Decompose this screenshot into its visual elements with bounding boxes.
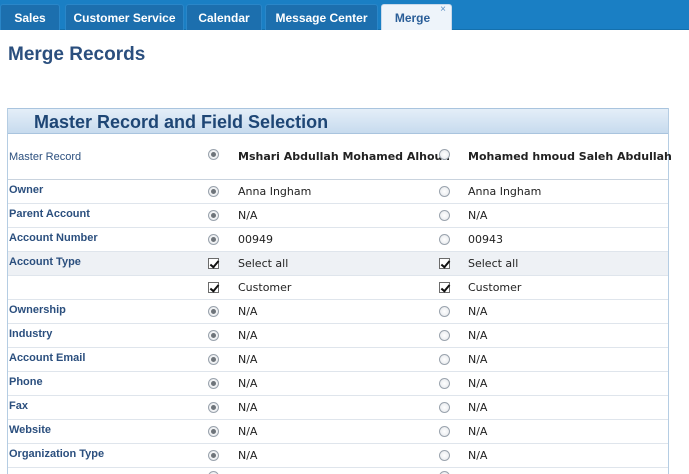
select-all-checkbox-record-2[interactable] xyxy=(439,258,450,269)
field-value-record-1: Select all xyxy=(238,257,289,270)
field-radio-record-1[interactable] xyxy=(208,426,219,437)
field-value-record-1: N/A xyxy=(238,209,258,222)
field-label: Account Number xyxy=(9,232,98,244)
tab-calendar[interactable]: Calendar xyxy=(186,4,262,30)
field-value-record-1: N/A xyxy=(238,353,258,366)
field-value-record-2: Customer xyxy=(468,281,522,294)
field-row-fax: Fax N/A N/A xyxy=(8,396,668,420)
tab-merge[interactable]: Merge × xyxy=(381,4,452,30)
field-value-record-1: N/A xyxy=(238,305,258,318)
field-radio-record-2[interactable] xyxy=(439,210,450,221)
panel-title: Master Record and Field Selection xyxy=(34,112,329,132)
field-value-record-1: N/A xyxy=(238,329,258,342)
field-label: Website xyxy=(9,424,51,436)
field-radio-record-1[interactable] xyxy=(208,354,219,365)
field-radio-record-1[interactable] xyxy=(208,306,219,317)
field-row-organization-type: Organization Type N/A N/A xyxy=(8,444,668,468)
field-value-record-1: Anna Ingham xyxy=(238,185,312,198)
field-label: Phone xyxy=(9,376,43,388)
panel-header: Master Record and Field Selection xyxy=(8,108,668,134)
field-label: Account Type xyxy=(9,256,81,268)
field-value-record-2: N/A xyxy=(468,377,488,390)
field-label: Fax xyxy=(9,400,28,412)
select-all-checkbox-record-1[interactable] xyxy=(208,258,219,269)
tab-bar: Sales Customer Service Calendar Message … xyxy=(0,0,689,30)
tab-label: Merge xyxy=(394,11,431,25)
tab-customer-service[interactable]: Customer Service xyxy=(65,4,184,30)
field-radio-record-1[interactable] xyxy=(208,330,219,341)
field-row-owner: Owner Anna Ingham Anna Ingham xyxy=(8,180,668,204)
page-title: Merge Records xyxy=(8,44,146,65)
field-row-phone: Phone N/A N/A xyxy=(8,372,668,396)
merge-panel: Master Record and Field Selection Master… xyxy=(7,108,672,474)
field-radio-record-2[interactable] xyxy=(439,402,450,413)
field-radio-record-2[interactable] xyxy=(439,450,450,461)
field-value-record-1: N/A xyxy=(238,377,258,390)
field-label: Owner xyxy=(9,184,44,196)
field-radio-record-2[interactable] xyxy=(439,234,450,245)
tab-message-center[interactable]: Message Center xyxy=(265,4,378,30)
field-radio-record-1[interactable] xyxy=(208,378,219,389)
field-value-record-2: 00943 xyxy=(468,233,503,246)
field-row-account-email: Account Email N/A N/A xyxy=(8,348,668,372)
option-checkbox-record-1[interactable] xyxy=(208,282,219,293)
field-row-account-type: Account Type Select all Select all xyxy=(8,252,668,276)
field-value-record-1: N/A xyxy=(238,449,258,462)
field-value-record-2: N/A xyxy=(468,353,488,366)
field-radio-record-2[interactable] xyxy=(439,378,450,389)
field-row-partial xyxy=(8,468,668,474)
tab-label: Sales xyxy=(14,11,46,25)
field-value-record-1: N/A xyxy=(238,401,258,414)
field-value-record-2: N/A xyxy=(468,425,488,438)
field-value-record-2: N/A xyxy=(468,449,488,462)
field-radio-record-2[interactable] xyxy=(439,186,450,197)
field-value-record-2: N/A xyxy=(468,329,488,342)
field-row-website: Website N/A N/A xyxy=(8,420,668,444)
option-checkbox-record-2[interactable] xyxy=(439,282,450,293)
field-row-industry: Industry N/A N/A xyxy=(8,324,668,348)
field-row-account-number: Account Number 00949 00943 xyxy=(8,228,668,252)
field-radio-record-1[interactable] xyxy=(208,210,219,221)
field-label: Industry xyxy=(9,328,53,340)
field-radio-record-1[interactable] xyxy=(208,402,219,413)
tab-label: Customer Service xyxy=(73,11,176,25)
field-label: Master Record xyxy=(9,151,82,163)
tab-label: Message Center xyxy=(275,11,368,25)
field-label: Account Email xyxy=(9,352,86,364)
master-record-2-radio[interactable] xyxy=(439,149,450,160)
field-label: Ownership xyxy=(9,304,66,316)
master-record-1-radio[interactable] xyxy=(208,149,219,160)
field-value-record-2: Anna Ingham xyxy=(468,185,542,198)
field-value-record-1: Customer xyxy=(238,281,292,294)
field-radio-record-2[interactable] xyxy=(439,354,450,365)
close-icon[interactable]: × xyxy=(440,0,446,20)
field-radio-record-1[interactable] xyxy=(208,186,219,197)
field-radio-record-2[interactable] xyxy=(439,426,450,437)
field-value-record-1: N/A xyxy=(238,425,258,438)
field-radio-record-2[interactable] xyxy=(439,330,450,341)
field-value-record-2: N/A xyxy=(468,209,488,222)
field-row-ownership: Ownership N/A N/A xyxy=(8,300,668,324)
field-row-account-type-option: Customer Customer xyxy=(8,276,668,300)
field-label: Organization Type xyxy=(9,448,105,460)
master-record-row: Master Record Mshari Abdullah Mohamed Al… xyxy=(8,134,672,180)
field-value-record-2: N/A xyxy=(468,305,488,318)
field-value-record-1: 00949 xyxy=(238,233,273,246)
master-record-1-name: Mshari Abdullah Mohamed Alhouli xyxy=(238,150,450,163)
tab-sales[interactable]: Sales xyxy=(0,4,60,30)
master-record-2-name: Mohamed hmoud Saleh Abdullah xyxy=(468,150,672,163)
field-label: Parent Account xyxy=(9,208,90,220)
field-row-parent-account: Parent Account N/A N/A xyxy=(8,204,668,228)
field-value-record-2: N/A xyxy=(468,401,488,414)
field-radio-record-2[interactable] xyxy=(439,306,450,317)
tab-label: Calendar xyxy=(198,11,250,25)
field-radio-record-1[interactable] xyxy=(208,450,219,461)
field-radio-record-1[interactable] xyxy=(208,234,219,245)
field-value-record-2: Select all xyxy=(468,257,519,270)
